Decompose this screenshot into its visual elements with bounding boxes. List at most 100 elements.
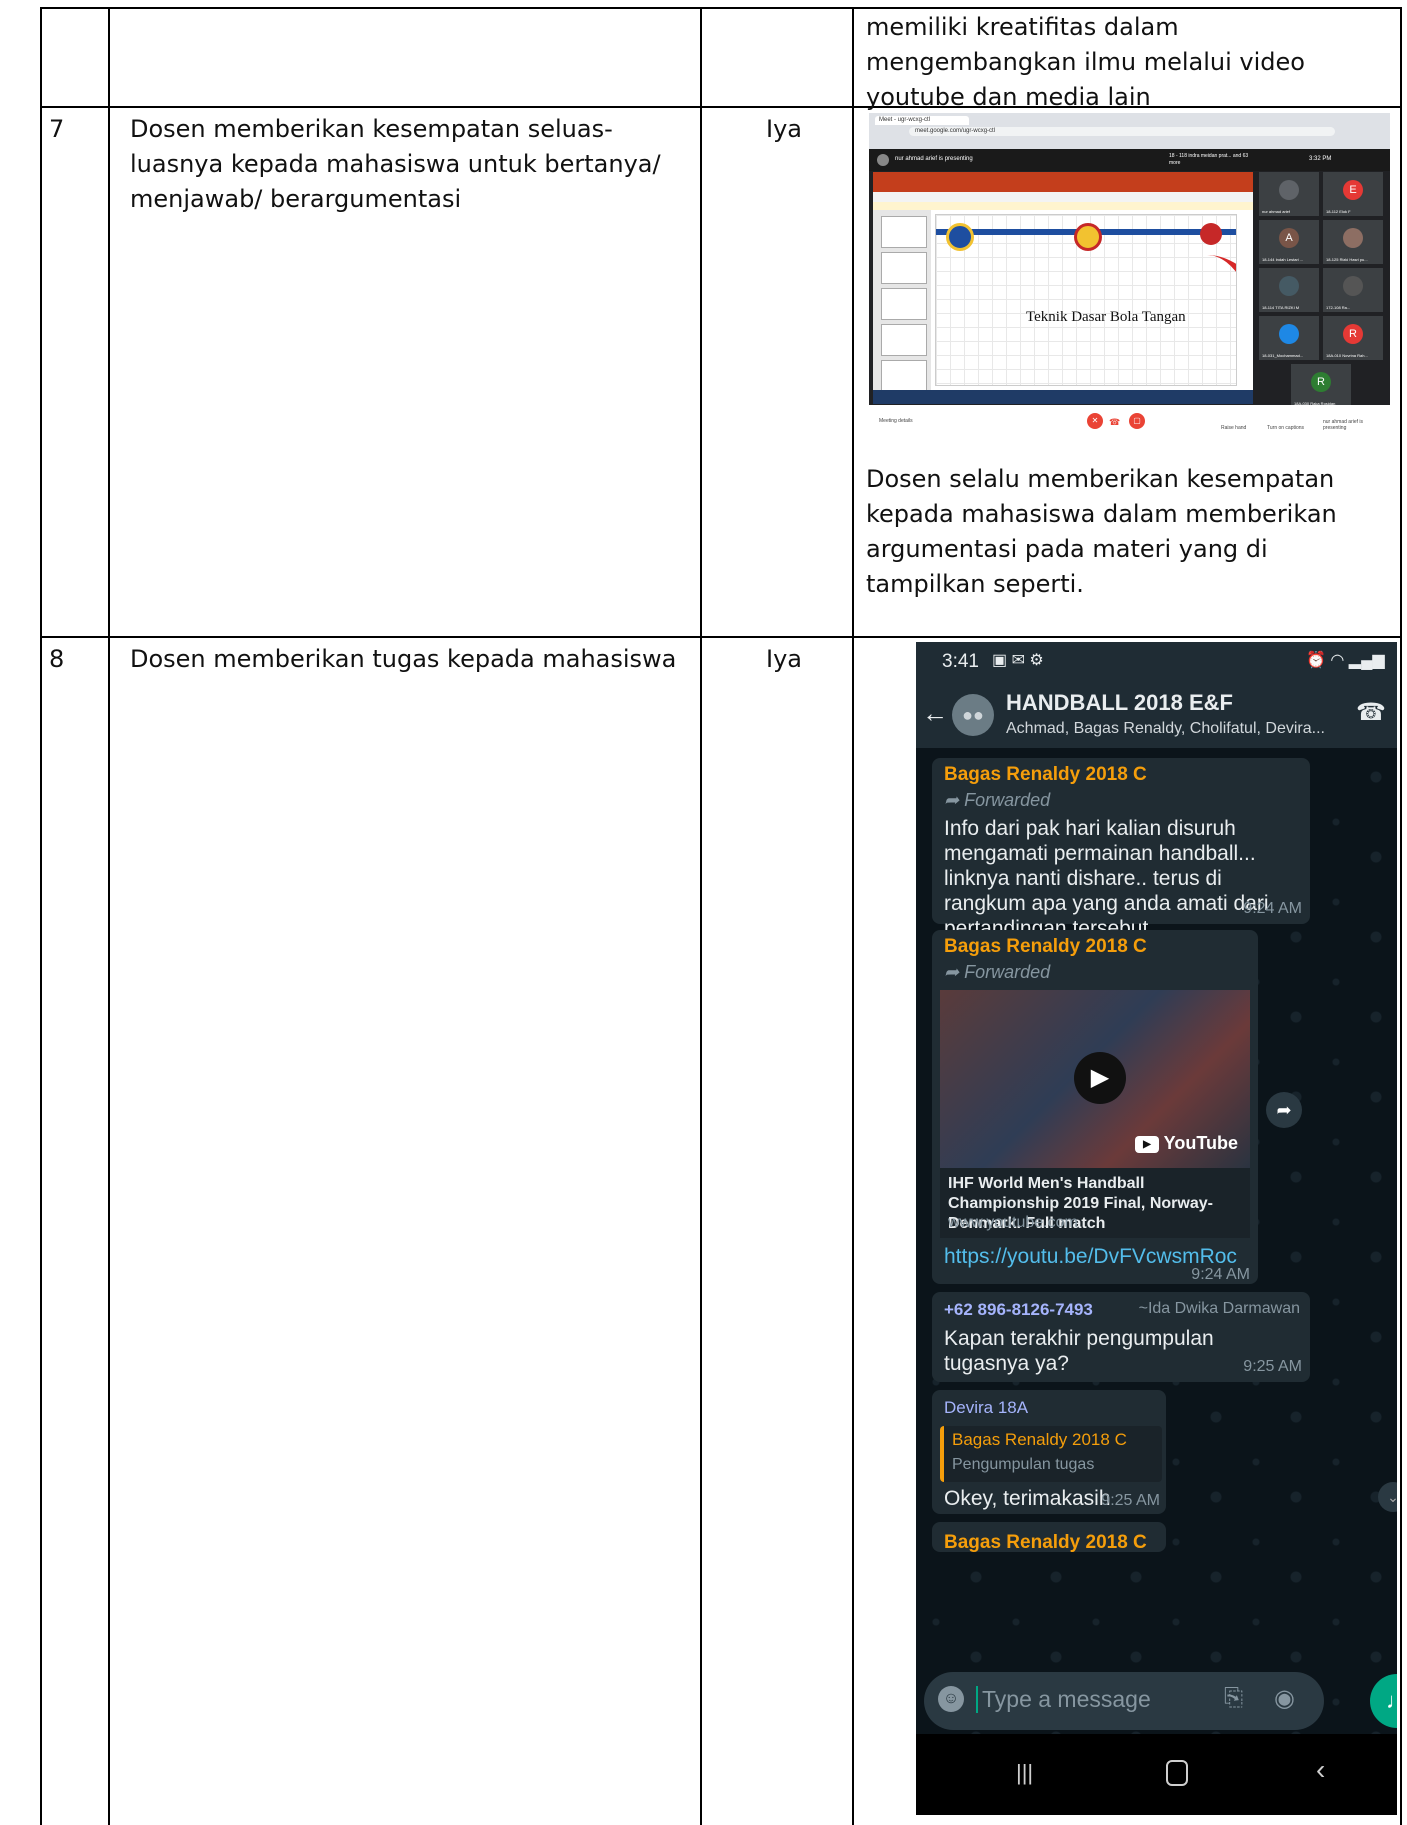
- participant-tile: R 18A-010 Novrina Rah...: [1323, 316, 1383, 360]
- android-nav-bar: ||| ‹: [916, 1734, 1397, 1815]
- participant-tile: E 18-112 Elok F: [1323, 172, 1383, 216]
- participant-name: 18-112 Elok F: [1326, 209, 1351, 214]
- message-bubble-4[interactable]: Devira 18A Bagas Renaldy 2018 C Pengumpu…: [932, 1390, 1166, 1514]
- participant-name: 18-125 Rizki Hasri pu...: [1326, 257, 1368, 262]
- ppt-ribbon: [873, 172, 1253, 192]
- recent-apps-icon[interactable]: |||: [1016, 1760, 1033, 1786]
- table-col-divider-3: [852, 9, 854, 1825]
- participant-name: 18-144 Indah Lestari ...: [1262, 257, 1304, 262]
- message-sender: Devira 18A: [944, 1398, 1029, 1417]
- table-row-divider-2: [40, 636, 1402, 638]
- emoji-icon[interactable]: ☺: [938, 1686, 964, 1712]
- participant-name: 18A-010 Novrina Rah...: [1326, 353, 1368, 358]
- participant-tile: 18-114 TITA RIZKI M: [1259, 268, 1319, 312]
- attach-icon[interactable]: ⎘: [1224, 1684, 1243, 1712]
- message-bubble-5[interactable]: Bagas Renaldy 2018 C: [932, 1522, 1166, 1552]
- back-icon[interactable]: ‹: [1316, 1754, 1325, 1786]
- more-participants: 18 - 118 indra meidan prat... and 63 mor…: [1169, 153, 1249, 166]
- participant-tiles: nur ahmad arief E 18-112 Elok F A 18-144…: [1259, 172, 1390, 408]
- table-border-left: [40, 9, 42, 1825]
- leave-call-button[interactable]: ☎: [1109, 417, 1120, 428]
- participant-tile: 172-108 Ra...: [1323, 268, 1383, 312]
- message-bubble-2[interactable]: Bagas Renaldy 2018 C ➦ Forwarded ▶ ▶ You…: [932, 930, 1258, 1284]
- university-logo: [946, 223, 974, 251]
- table-border-top: [40, 7, 1402, 9]
- message-sender: Bagas Renaldy 2018 C: [944, 936, 1147, 957]
- ppt-warning-bar: [873, 202, 1253, 210]
- participant-name: nur ahmad arief: [1262, 209, 1291, 214]
- browser-chrome: Meet - ugr-wcxg-ctl meet.google.com/ugr-…: [869, 113, 1390, 149]
- participant-avatar: R: [1311, 372, 1331, 392]
- participant-avatar: [1343, 228, 1363, 248]
- participant-name: 172-108 Ra...: [1326, 305, 1351, 310]
- youtube-site: www.youtube.com: [948, 1214, 1078, 1231]
- participant-avatar: [1343, 276, 1363, 296]
- mic-off-button[interactable]: ✕: [1087, 413, 1103, 429]
- message-alias: ~Ida Dwika Darmawan: [1138, 1300, 1300, 1317]
- ppt-menu: [873, 192, 1253, 202]
- table-col-divider-1: [108, 9, 110, 1825]
- message-input-bar[interactable]: ☺ Type a message ⎘ ◉: [924, 1672, 1324, 1730]
- table-col-divider-2: [700, 9, 702, 1825]
- quoted-message[interactable]: Bagas Renaldy 2018 C Pengumpulan tugas: [940, 1426, 1162, 1482]
- slide-thumb: [881, 288, 927, 320]
- message-time: 9:25 AM: [1243, 1358, 1302, 1375]
- message-sender: Bagas Renaldy 2018 C: [944, 764, 1147, 785]
- meet-screenshot: Meet - ugr-wcxg-ctl meet.google.com/ugr-…: [869, 113, 1390, 437]
- message-sender: +62 896-8126-7493: [944, 1300, 1093, 1319]
- meet-controls: Meeting details ✕ ☎ ▢ Raise hand Turn on…: [869, 405, 1390, 437]
- status-time: 3:41: [942, 651, 979, 672]
- participant-avatar: E: [1343, 180, 1363, 200]
- slide-thumb: [881, 216, 927, 248]
- row-7-number: 7: [49, 115, 65, 143]
- table-border-right: [1400, 9, 1402, 1825]
- browser-tab: Meet - ugr-wcxg-ctl: [875, 116, 969, 125]
- share-icon[interactable]: ➦: [1266, 1092, 1302, 1128]
- message-input[interactable]: Type a message: [976, 1686, 1151, 1713]
- message-bubble-1[interactable]: Bagas Renaldy 2018 C ➦ Forwarded Info da…: [932, 758, 1310, 940]
- captions-button[interactable]: Turn on captions: [1267, 425, 1304, 431]
- camera-off-button[interactable]: ▢: [1129, 413, 1145, 429]
- participant-avatar: [1279, 180, 1299, 200]
- message-text: Kapan terakhir pengumpulan tugasnya ya?: [944, 1327, 1214, 1375]
- slide-thumb: [881, 324, 927, 356]
- youtube-preview-info[interactable]: IHF World Men's Handball Championship 20…: [940, 1168, 1250, 1238]
- meeting-details-link[interactable]: Meeting details: [879, 418, 913, 424]
- quoted-sender: Bagas Renaldy 2018 C: [952, 1430, 1127, 1449]
- group-avatar-icon[interactable]: ●●: [952, 694, 994, 736]
- windows-taskbar: [873, 390, 1253, 404]
- row-7-answer: Iya: [766, 115, 802, 143]
- row-8-number: 8: [49, 645, 65, 673]
- participant-avatar: [1279, 276, 1299, 296]
- message-text: Okey, terimakasih: [944, 1487, 1111, 1510]
- play-icon[interactable]: ▶: [1074, 1052, 1126, 1104]
- presenter-avatar: [877, 154, 889, 166]
- chat-header: ← ●● HANDBALL 2018 E&F Achmad, Bagas Ren…: [916, 682, 1397, 748]
- youtube-brand: YouTube: [1163, 1133, 1238, 1153]
- presenting-label: nur ahmad arief is presenting: [895, 156, 973, 162]
- camera-icon[interactable]: ◉: [1274, 1684, 1295, 1713]
- powerpoint-window: Teknik Dasar Bola Tangan: [873, 172, 1253, 404]
- participant-tile: A 18-144 Indah Lestari ...: [1259, 220, 1319, 264]
- raise-hand-button[interactable]: Raise hand: [1221, 425, 1246, 431]
- participant-avatar: R: [1343, 324, 1363, 344]
- participant-tile: nur ahmad arief: [1259, 172, 1319, 216]
- current-slide: Teknik Dasar Bola Tangan: [935, 214, 1237, 386]
- message-time: 9:24 AM: [1191, 1266, 1250, 1283]
- group-members: Achmad, Bagas Renaldy, Cholifatul, Devir…: [1006, 720, 1325, 737]
- whatsapp-screenshot: 3:41 ▣ ✉ ⚙ ⏰ ◠ ▂▄▆ ← ●● HANDBALL 2018 E&…: [916, 642, 1397, 1815]
- row-8-answer: Iya: [766, 645, 802, 673]
- participant-tile: 18-031_Mochammad...: [1259, 316, 1319, 360]
- group-name[interactable]: HANDBALL 2018 E&F: [1006, 690, 1233, 716]
- signal-icons: ⏰ ◠ ▂▄▆: [1306, 652, 1385, 669]
- participant-tile: R 18A-030 Raka Rosidan: [1291, 364, 1351, 408]
- youtube-thumbnail[interactable]: ▶ ▶ YouTube: [940, 990, 1250, 1168]
- message-bubble-3[interactable]: +62 896-8126-7493 ~Ida Dwika Darmawan Ka…: [932, 1292, 1310, 1382]
- participant-name: 18-031_Mochammad...: [1262, 353, 1304, 358]
- faculty-logo: [1074, 223, 1102, 251]
- back-arrow-icon[interactable]: ←: [922, 698, 948, 729]
- slide-thumbnails: [873, 210, 931, 392]
- home-icon[interactable]: [1166, 1760, 1188, 1786]
- slide-title: Teknik Dasar Bola Tangan: [1026, 309, 1186, 325]
- add-call-icon[interactable]: ☎: [1356, 698, 1386, 727]
